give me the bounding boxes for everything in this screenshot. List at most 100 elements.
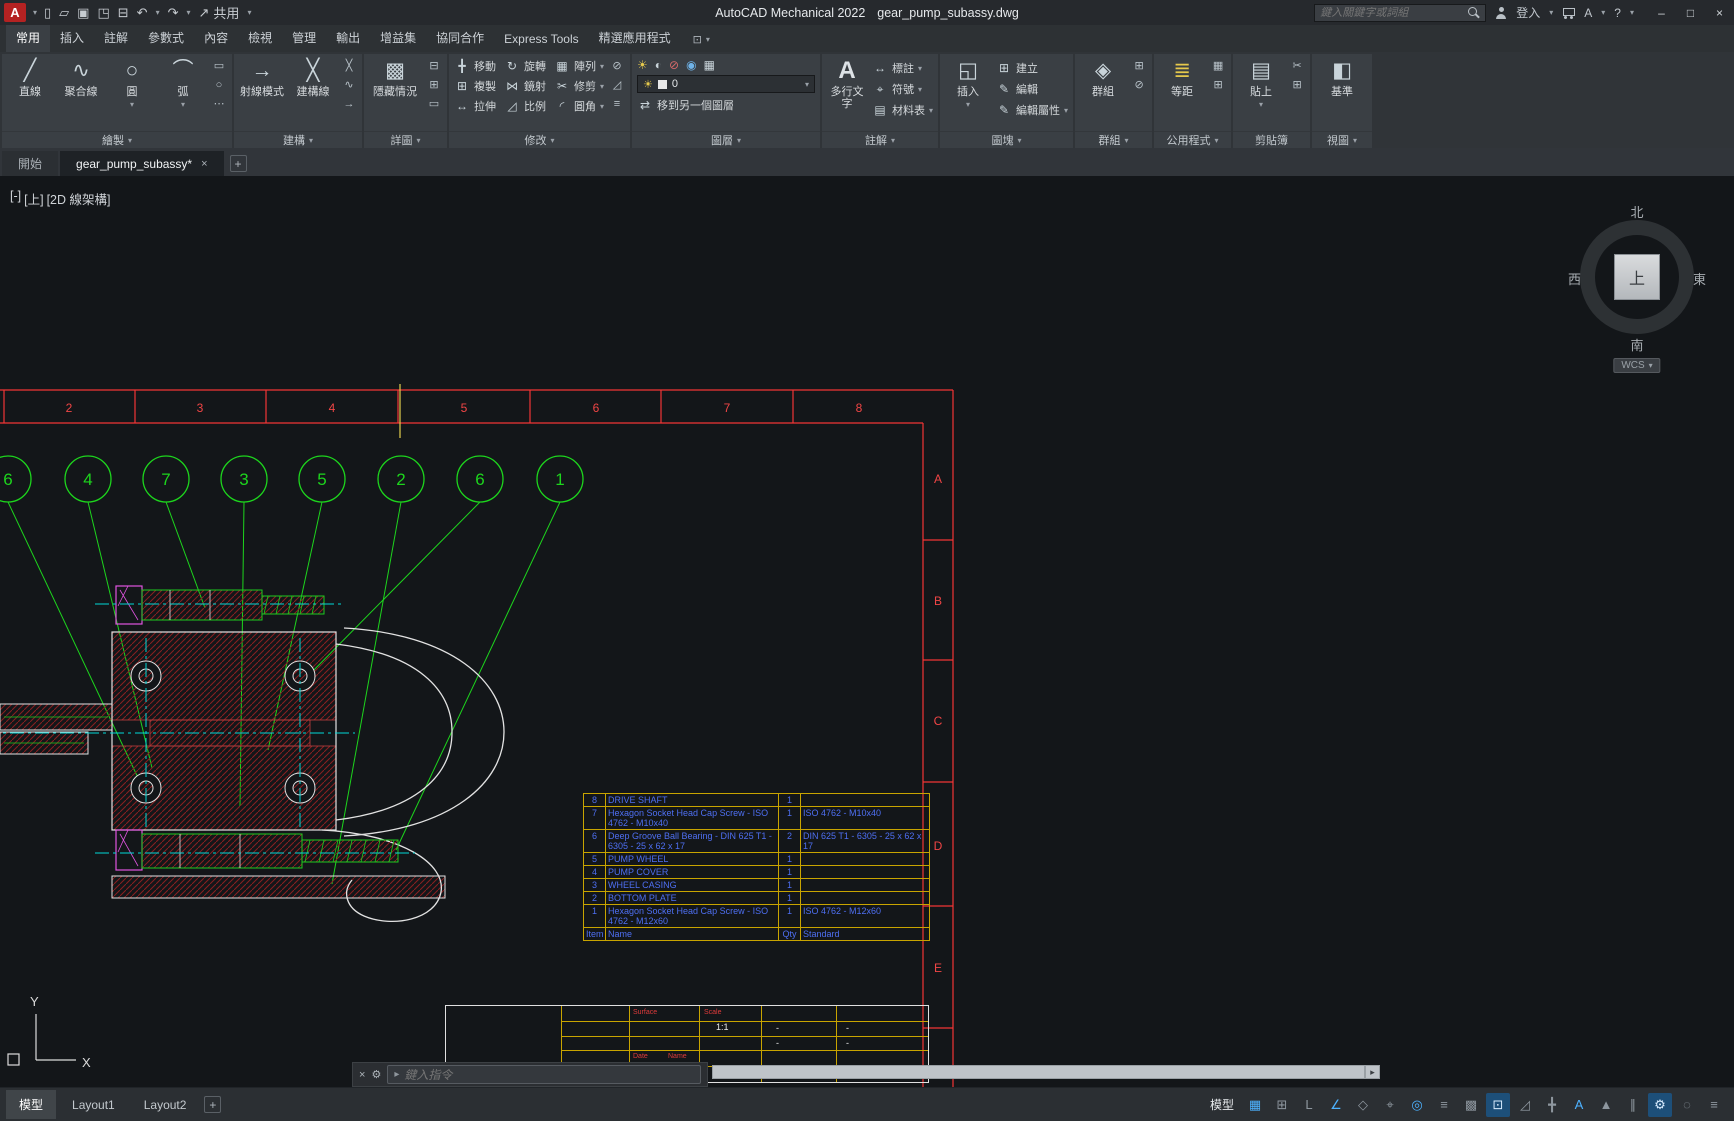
block-panel-label[interactable]: 圖塊 ▾ — [940, 131, 1073, 148]
maximize-button[interactable]: □ — [1676, 0, 1705, 25]
arc-button[interactable]: ⌒ 弧 ▾ — [160, 57, 206, 111]
draw-more-icon[interactable]: ⋯ — [211, 97, 227, 112]
measure-button[interactable]: ≣ 等距 — [1159, 57, 1205, 98]
mtext-button[interactable]: A 多行文字 — [827, 57, 867, 110]
detail-extra2-icon[interactable]: ⊞ — [426, 78, 442, 93]
help-icon[interactable]: ? — [1614, 6, 1621, 20]
stretch-button[interactable]: ↔拉伸 — [454, 97, 496, 115]
command-close-icon[interactable]: × — [359, 1069, 365, 1081]
view-control[interactable]: [上] — [24, 189, 43, 208]
copy-clip-icon[interactable]: ⊞ — [1289, 78, 1305, 93]
move-button[interactable]: ╋移動 — [454, 57, 496, 75]
drawing-viewport[interactable]: 2 3 4 5 6 7 8 A B C D E 6 4 — [0, 176, 1734, 1087]
help-search-input[interactable] — [1320, 7, 1464, 19]
new-tab-button[interactable]: + — [230, 155, 247, 172]
layer-isolate-icon[interactable]: ◉ — [686, 58, 696, 72]
layout-tab-model[interactable]: 模型 — [6, 1090, 56, 1119]
ribbon-tab-output[interactable]: 輸出 — [326, 23, 370, 52]
base-view-button[interactable]: ◧ 基準 — [1317, 57, 1367, 98]
compass-north-label[interactable]: 北 — [1630, 202, 1643, 221]
user-icon[interactable] — [1495, 7, 1507, 19]
app-menu-caret-icon[interactable]: ▾ — [33, 8, 37, 17]
scrollbar-right-arrow-icon[interactable]: ▸ — [1365, 1065, 1380, 1079]
isolate-objects-icon[interactable]: ◌ — [1675, 1093, 1699, 1117]
ribbon-tab-addins[interactable]: 增益集 — [370, 23, 426, 52]
command-input[interactable] — [404, 1068, 694, 1082]
annotation-scale-icon[interactable]: ∥ — [1621, 1093, 1645, 1117]
scale-button[interactable]: ◿比例 — [504, 97, 546, 115]
ortho-icon[interactable]: L — [1297, 1093, 1321, 1117]
isodraft-icon[interactable]: ◇ — [1351, 1093, 1375, 1117]
autodesk-app-icon[interactable]: A — [1584, 6, 1592, 20]
ribbon-tab-home[interactable]: 常用 — [6, 23, 50, 52]
construction-line-button[interactable]: ╳ 建構線 — [290, 57, 336, 98]
snap-icon[interactable]: ⊞ — [1270, 1093, 1294, 1117]
quick-calc-icon[interactable]: ▦ — [1210, 59, 1226, 74]
quick-select-icon[interactable]: ⊞ — [1210, 78, 1226, 93]
command-input-capsule[interactable]: ▸ — [387, 1065, 701, 1084]
trim-button[interactable]: ✂修剪▾ — [554, 77, 604, 95]
help-search-box[interactable] — [1314, 4, 1486, 22]
rectangle-icon[interactable]: ▭ — [211, 59, 227, 74]
drawing-canvas[interactable]: [-] [上] [2D 線架構] — [0, 176, 1734, 1087]
autoscale-icon[interactable]: ▲ — [1594, 1093, 1618, 1117]
symbol-button[interactable]: ⌖符號▾ — [872, 80, 933, 98]
minimize-button[interactable]: – — [1647, 0, 1676, 25]
visual-style-control[interactable]: [2D 線架構] — [47, 189, 111, 208]
polar-tracking-icon[interactable]: ∠ — [1324, 1093, 1348, 1117]
ribbon-tab-express-tools[interactable]: Express Tools — [494, 26, 588, 52]
qat-customize-caret-icon[interactable]: ▾ — [247, 8, 251, 17]
detail-extra1-icon[interactable]: ⊟ — [426, 59, 442, 74]
selection-cycling-icon[interactable]: ⊡ — [1486, 1093, 1510, 1117]
ungroup-icon[interactable]: ⊘ — [1131, 78, 1147, 93]
layer-on-icon[interactable]: ☀ — [637, 58, 648, 72]
grid-icon[interactable]: ▦ — [1243, 1093, 1267, 1117]
osnap-tracking-icon[interactable]: ⌖ — [1378, 1093, 1402, 1117]
cut-icon[interactable]: ✂ — [1289, 59, 1305, 74]
group-panel-label[interactable]: 群組 ▾ — [1075, 131, 1152, 148]
group-edit-icon[interactable]: ⊞ — [1131, 59, 1147, 74]
command-customize-icon[interactable]: ⚙ — [371, 1068, 381, 1081]
insert-block-button[interactable]: ◱ 插入 ▾ — [945, 57, 991, 111]
open-icon[interactable]: ▱ — [59, 3, 69, 22]
ribbon-tab-annotate[interactable]: 註解 — [94, 23, 138, 52]
explode-icon[interactable]: ≡ — [609, 97, 625, 112]
ribbon-tab-view[interactable]: 檢視 — [238, 23, 282, 52]
utilities-panel-label[interactable]: 公用程式 ▾ — [1154, 131, 1231, 148]
bom-button[interactable]: ▤材料表▾ — [872, 101, 933, 119]
array-button[interactable]: ▦陣列▾ — [554, 57, 604, 75]
ray-mode-button[interactable]: → 射線模式 — [239, 57, 285, 98]
detail-panel-label[interactable]: 詳圖 ▾ — [364, 131, 447, 148]
compass-east-label[interactable]: 東 — [1693, 269, 1706, 288]
transparency-icon[interactable]: ▩ — [1459, 1093, 1483, 1117]
balloons[interactable]: 6 4 7 3 5 2 6 1 — [0, 456, 583, 502]
detail-extra3-icon[interactable]: ▭ — [426, 97, 442, 112]
horizontal-scrollbar[interactable]: ▸ — [712, 1065, 1380, 1079]
annotation-panel-label[interactable]: 註解 ▾ — [822, 131, 938, 148]
command-line-bar[interactable]: × ⚙ ▸ — [352, 1062, 708, 1087]
share-button[interactable]: ↗ 共用 — [199, 3, 240, 22]
pump-section[interactable] — [0, 586, 504, 921]
draw-panel-label[interactable]: 繪製 ▾ — [2, 131, 232, 148]
group-button[interactable]: ◈ 群組 — [1080, 57, 1126, 98]
ribbon-tab-parametric[interactable]: 參數式 — [138, 23, 194, 52]
scrollbar-thumb[interactable] — [712, 1065, 1365, 1079]
save-as-icon[interactable]: ◳ — [97, 3, 109, 22]
file-tab-active-drawing[interactable]: gear_pump_subassy* × — [60, 151, 224, 176]
view-panel-label[interactable]: 視圖 ▾ — [1312, 131, 1372, 148]
layers-panel-label[interactable]: 圖層 ▾ — [632, 131, 820, 148]
lineweight-icon[interactable]: ≡ — [1432, 1093, 1456, 1117]
mirror-button[interactable]: ⋈鏡射 — [504, 77, 546, 95]
compass-west-label[interactable]: 西 — [1568, 269, 1581, 288]
dimension-button[interactable]: ↔標註▾ — [872, 59, 933, 77]
construction-panel-label[interactable]: 建構 ▾ — [234, 131, 362, 148]
line-button[interactable]: ╱ 直線 — [7, 57, 53, 98]
ucs-icon[interactable]: Y X — [8, 994, 91, 1070]
construction-extra2-icon[interactable]: ∿ — [341, 78, 357, 93]
ellipse-icon[interactable]: ○ — [211, 78, 227, 93]
file-tab-start[interactable]: 開始 — [2, 151, 58, 176]
ribbon-display-toggle[interactable]: ⊡ ▾ — [687, 27, 716, 52]
view-cube-top-face[interactable]: 上 — [1614, 254, 1660, 300]
circle-button[interactable]: ○ 圓 ▾ — [109, 57, 155, 111]
layer-dropdown[interactable]: ☀ 0 ▾ — [637, 75, 815, 93]
